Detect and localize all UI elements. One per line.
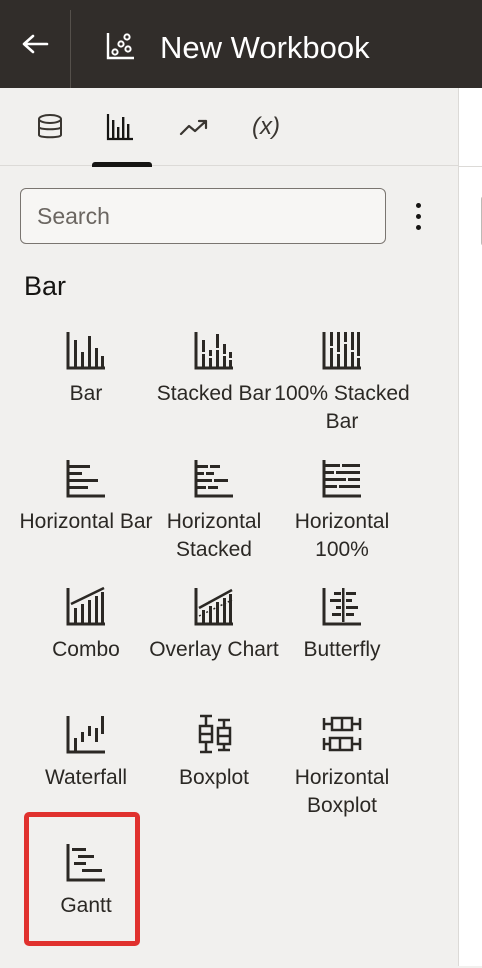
combo-chart-icon — [66, 586, 105, 626]
tile-horizontal-bar[interactable]: Horizontal Bar — [19, 456, 153, 584]
tile-label: Horizontal Boxplot — [294, 766, 390, 817]
butterfly-chart-icon — [322, 588, 361, 626]
stacked-bar-icon — [194, 332, 233, 370]
tab-calculations[interactable]: (x) — [238, 88, 294, 166]
workbook-scatter-icon — [106, 33, 134, 60]
tile-label: Bar — [69, 382, 103, 405]
panel-tabs: (x) — [0, 88, 458, 167]
horizontal-boxplot-icon — [322, 716, 362, 752]
tile-label: Horizontal Bar — [19, 510, 153, 533]
search-input[interactable] — [20, 188, 386, 244]
tile-label: Boxplot — [178, 766, 250, 789]
tab-analytics[interactable] — [166, 88, 222, 166]
calculations-label: (x) — [252, 113, 280, 140]
tile-label: 100% Stacked Bar — [274, 382, 410, 433]
tile-horizontal-stacked[interactable]: Horizontal Stacked — [150, 456, 278, 584]
tile-horizontal-100[interactable]: Horizontal 100% — [278, 456, 406, 584]
back-button[interactable] — [0, 0, 70, 88]
tile-label: Stacked Bar — [156, 382, 272, 405]
bar-chart-icon — [106, 114, 133, 141]
stacked-bar-100-icon — [322, 332, 361, 370]
kebab-dot — [415, 202, 421, 208]
tile-label: Waterfall — [44, 766, 128, 789]
boxplot-icon — [198, 714, 232, 754]
tile-100-stacked-bar[interactable]: 100% Stacked Bar — [274, 328, 410, 456]
active-tab-indicator — [92, 162, 152, 167]
tile-horizontal-boxplot[interactable]: Horizontal Boxplot — [278, 712, 406, 840]
app-header: New Workbook — [0, 0, 482, 88]
trend-arrow-icon — [179, 119, 208, 136]
tile-label: Horizontal 100% — [294, 510, 390, 561]
bar-chart-icon — [66, 332, 105, 370]
tile-label: Horizontal Stacked — [166, 510, 262, 561]
section-title-bar: Bar — [24, 271, 67, 301]
tile-overlay-chart[interactable]: Overlay Chart — [149, 584, 279, 712]
tile-combo[interactable]: Combo — [22, 584, 150, 712]
tab-data[interactable] — [22, 88, 78, 166]
tab-visualizations[interactable] — [92, 88, 152, 167]
tile-stacked-bar[interactable]: Stacked Bar — [150, 328, 278, 456]
tile-bar[interactable]: Bar — [22, 328, 150, 456]
selection-highlight — [24, 812, 140, 946]
canvas-pane-divider — [459, 166, 482, 167]
canvas-pane-edge — [458, 88, 482, 966]
horizontal-100-icon — [322, 460, 361, 498]
database-icon — [38, 114, 62, 139]
tile-boxplot[interactable]: Boxplot — [150, 712, 278, 840]
more-options-button[interactable] — [404, 196, 432, 236]
kebab-dot — [415, 224, 421, 230]
tile-label: Butterfly — [303, 638, 381, 661]
tile-label: Combo — [52, 638, 120, 661]
workbook-title: New Workbook — [160, 30, 370, 65]
tile-butterfly[interactable]: Butterfly — [278, 584, 406, 712]
arrow-left-icon — [22, 34, 49, 54]
header-divider — [70, 10, 71, 88]
overlay-chart-icon — [194, 588, 233, 626]
tile-label: Overlay Chart — [149, 638, 279, 661]
kebab-dot — [415, 213, 421, 219]
horizontal-bar-icon — [66, 460, 105, 498]
waterfall-chart-icon — [66, 716, 105, 754]
horizontal-stacked-icon — [194, 460, 233, 498]
